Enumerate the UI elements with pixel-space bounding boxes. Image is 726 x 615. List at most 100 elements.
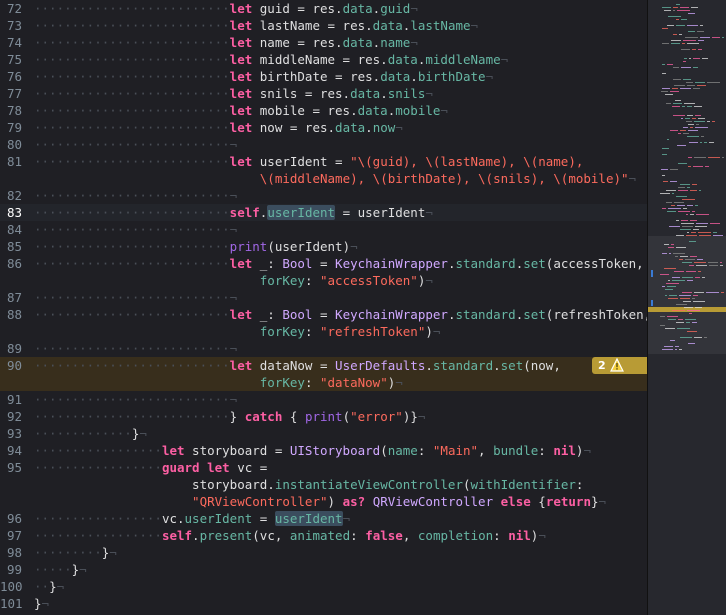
minimap-stroke	[662, 148, 669, 149]
minimap-stroke	[690, 220, 697, 221]
line-number: 86	[6, 256, 22, 271]
minimap-stroke	[681, 67, 691, 68]
minimap-stroke	[683, 127, 688, 128]
minimap-stroke	[686, 82, 693, 83]
line-number: 82	[6, 188, 22, 203]
minimap[interactable]	[647, 0, 726, 615]
minimap-stroke	[667, 211, 676, 212]
minimap-stroke	[690, 256, 697, 257]
minimap-stroke	[694, 262, 706, 263]
minimap-stroke	[704, 142, 707, 143]
minimap-stroke	[673, 79, 681, 80]
minimap-stroke	[693, 67, 698, 68]
minimap-stroke	[668, 280, 670, 281]
line-number: 99	[6, 562, 22, 577]
minimap-stroke	[700, 25, 703, 26]
minimap-stroke	[674, 85, 685, 86]
code-line-83: ··························self.userIdent…	[34, 205, 433, 220]
minimap-stroke	[673, 7, 678, 8]
minimap-stroke	[662, 349, 673, 350]
code-editor[interactable]: 72 73 74 75 76 77 78 79 80 81 82 83 84 85 86 87 88 89 90 91…	[0, 0, 647, 615]
minimap-stroke	[672, 277, 680, 278]
minimap-stroke	[687, 115, 693, 116]
minimap-stroke	[664, 268, 676, 269]
line-number: 85	[6, 239, 22, 254]
minimap-stroke	[670, 181, 677, 182]
minimap-stroke	[680, 184, 690, 185]
minimap-stroke	[667, 139, 669, 140]
minimap-stroke	[695, 127, 708, 128]
minimap-stroke	[708, 262, 718, 263]
minimap-stroke	[681, 19, 687, 20]
code-line-79: ··························let now = res.…	[34, 120, 403, 135]
code-line-95: ·················guard let vc =	[34, 460, 268, 475]
warning-badge[interactable]: 2	[592, 357, 630, 374]
minimap-stroke	[676, 196, 687, 197]
minimap-stroke	[675, 100, 681, 101]
minimap-stroke	[684, 307, 693, 308]
minimap-stroke	[667, 64, 673, 65]
minimap-stroke	[661, 169, 668, 170]
minimap-stroke	[678, 133, 681, 134]
line-number: 87	[6, 290, 22, 305]
minimap-stroke	[677, 145, 686, 146]
minimap-stroke	[686, 271, 696, 272]
code-line-86: ··························let _: Bool = …	[34, 256, 644, 271]
minimap-stroke	[700, 142, 702, 143]
minimap-stroke	[660, 325, 665, 326]
minimap-stroke	[697, 31, 704, 32]
minimap-stroke	[722, 37, 724, 38]
minimap-stroke	[695, 226, 707, 227]
minimap-stroke	[664, 244, 669, 245]
minimap-stroke	[682, 226, 693, 227]
minimap-stroke	[708, 157, 720, 158]
line-number: 91	[6, 392, 22, 407]
minimap-stroke	[699, 235, 711, 236]
minimap-stroke	[696, 265, 707, 266]
minimap-stroke	[671, 40, 681, 41]
code-line-84: ··························¬	[34, 222, 238, 237]
minimap-stroke	[710, 223, 720, 224]
minimap-stroke	[693, 58, 700, 59]
minimap-stroke	[670, 169, 678, 170]
minimap-stroke	[701, 136, 704, 137]
minimap-stroke	[693, 229, 699, 230]
code-line-90: ··························let dataNow = …	[34, 358, 561, 373]
line-number: 75	[6, 52, 22, 67]
code-line-80: ··························¬	[34, 137, 238, 152]
minimap-stroke	[682, 106, 685, 107]
code-line-92: ··························} catch { prin…	[34, 409, 426, 424]
minimap-stroke	[670, 130, 678, 131]
minimap-stroke	[671, 205, 675, 206]
minimap-stroke	[668, 298, 678, 299]
minimap-stroke	[682, 262, 692, 263]
minimap-stroke	[694, 121, 705, 122]
code-line-72: ··························let guid = res…	[34, 1, 418, 16]
minimap-stroke	[676, 19, 679, 20]
minimap-stroke	[692, 211, 695, 212]
minimap-stroke	[686, 214, 688, 215]
minimap-stroke	[688, 31, 695, 32]
minimap-stroke	[695, 307, 702, 308]
minimap-stroke	[684, 58, 687, 59]
code-line-75: ··························let middleName…	[34, 52, 509, 67]
minimap-stroke	[687, 43, 699, 44]
minimap-stroke	[702, 277, 705, 278]
line-number: 94	[6, 443, 22, 458]
minimap-stroke	[697, 85, 706, 86]
line-number: 93	[6, 426, 22, 441]
line-number: 79	[6, 120, 22, 135]
minimap-stroke	[682, 277, 693, 278]
minimap-stroke	[685, 37, 698, 38]
minimap-stroke	[671, 244, 674, 245]
code-line-88-cont: forKey: "refreshToken")¬	[259, 324, 441, 339]
warning-triangle-icon	[610, 357, 624, 377]
minimap-stroke	[685, 118, 690, 119]
minimap-stroke	[680, 130, 686, 131]
minimap-stroke	[697, 259, 703, 260]
minimap-stroke	[673, 67, 679, 68]
minimap-stroke	[673, 253, 685, 254]
line-number: 78	[6, 103, 22, 118]
minimap-stroke	[713, 235, 723, 236]
minimap-stroke	[712, 121, 715, 122]
